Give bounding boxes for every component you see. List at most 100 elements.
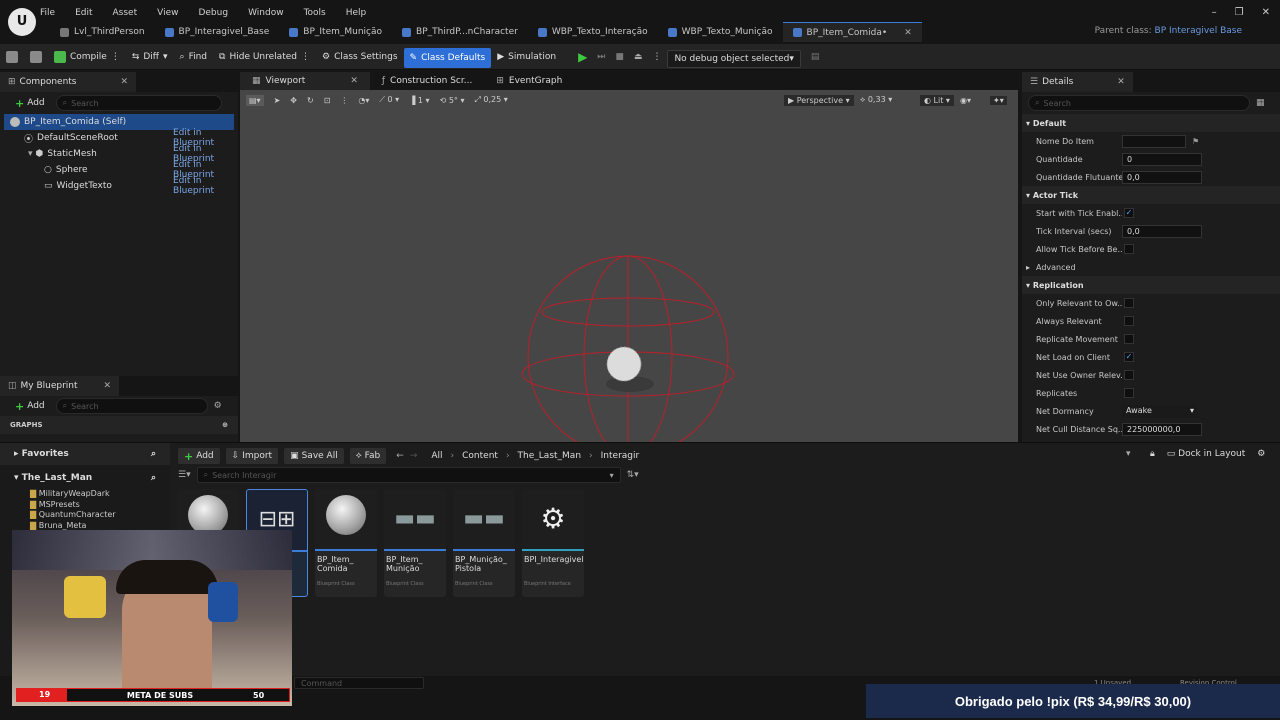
scale-snap-toggle[interactable]: ⤢ 0,25 ▾	[474, 95, 507, 105]
unreal-logo-icon[interactable]: U	[8, 8, 36, 36]
lock-icon[interactable]: 🔒︎	[1150, 449, 1155, 459]
grid-snap-toggle[interactable]: ⟋ 0 ▾	[379, 95, 399, 105]
search-icon[interactable]: ⌕	[151, 449, 156, 459]
tab-wbp-texto-interacao[interactable]: WBP_Texto_Interação	[528, 22, 658, 42]
tab-viewport[interactable]: ▦ Viewport ✕	[240, 72, 370, 90]
back-icon[interactable]: ←	[396, 451, 404, 461]
replicates-checkbox[interactable]	[1124, 388, 1134, 398]
menu-tools[interactable]: Tools	[304, 8, 326, 18]
component-row-widgettexto[interactable]: ▭ WidgetTexto Edit in Blueprint	[0, 176, 238, 196]
show-flags-icon[interactable]: ◉▾	[960, 96, 971, 105]
more-icon[interactable]: ⋮	[340, 96, 348, 105]
close-icon[interactable]: ✕	[1262, 7, 1270, 18]
net-load-checkbox[interactable]: ✓	[1124, 352, 1134, 362]
diff-button[interactable]: ⇆ Diff ▾	[126, 44, 174, 70]
components-tab[interactable]: ⊞ Components ✕	[0, 72, 137, 92]
flag-icon[interactable]: ⚑	[1192, 137, 1199, 146]
tab-construction-script[interactable]: ƒ Construction Scr...	[370, 72, 484, 90]
eject-icon[interactable]: ⏏	[634, 52, 643, 62]
move-icon[interactable]: ✥	[290, 96, 297, 105]
my-blueprint-tab[interactable]: ◫ My Blueprint ✕	[0, 376, 120, 396]
camera-speed[interactable]: ⟡ 0,33 ▾	[860, 95, 892, 105]
folder-item[interactable]: ▇ MilitaryWeapDark	[30, 489, 170, 500]
close-icon[interactable]: ✕	[121, 77, 129, 87]
always-relevant-checkbox[interactable]	[1124, 316, 1134, 326]
breadcrumb-item[interactable]: Content	[462, 451, 498, 461]
section-advanced[interactable]: ▸ Advanced	[1022, 258, 1280, 276]
my-blueprint-search-input[interactable]: ⌕ Search	[55, 398, 208, 414]
section-default[interactable]: ▾ Default	[1022, 114, 1280, 132]
play-icon[interactable]: ▶	[578, 50, 587, 64]
class-defaults-button[interactable]: ✎ Class Defaults	[403, 48, 492, 68]
rot-snap-toggle[interactable]: ▐ 1 ▾	[409, 96, 429, 105]
stop-icon[interactable]: ■	[615, 52, 624, 62]
tick-interval-input[interactable]: 0,0	[1122, 224, 1202, 238]
content-search-input[interactable]: ⌕ Search Interagir ▾	[196, 467, 621, 483]
section-actor-tick[interactable]: ▾ Actor Tick	[1022, 186, 1280, 204]
select-icon[interactable]: ➤	[274, 96, 281, 105]
tab-wbp-texto-municao[interactable]: WBP_Texto_Munição	[658, 22, 783, 42]
menu-window[interactable]: Window	[248, 8, 284, 18]
save-button[interactable]	[0, 44, 24, 70]
dock-in-layout-button[interactable]: ▭ Dock in Layout	[1167, 449, 1246, 459]
history-dropdown-icon[interactable]: ▾	[1126, 449, 1131, 459]
parent-class-link[interactable]: BP Interagivel Base	[1155, 26, 1242, 36]
only-relevant-checkbox[interactable]	[1124, 298, 1134, 308]
lit-dropdown[interactable]: ◐ Lit ▾	[920, 94, 954, 106]
browse-button[interactable]	[24, 44, 48, 70]
edit-in-blueprint-link[interactable]: Edit in Blueprint	[173, 176, 238, 196]
tab-bp-interagivel-base[interactable]: BP_Interagivel_Base	[155, 22, 280, 42]
asset-tile[interactable]: BP_Item_ Comida Blueprint Class	[315, 489, 377, 597]
breadcrumb-item[interactable]: The_Last_Man	[518, 451, 581, 461]
gear-icon[interactable]: ⚙	[214, 401, 222, 411]
viewport-options-icon[interactable]: ▤▾	[246, 94, 264, 106]
graphs-section[interactable]: GRAPHS ⊕	[0, 416, 238, 434]
search-icon[interactable]: ⌕	[151, 473, 156, 483]
project-root-header[interactable]: ▾ The_Last_Man ⌕	[0, 467, 170, 489]
forward-icon[interactable]: →	[410, 451, 418, 461]
breadcrumb-item[interactable]: Interagir	[601, 451, 640, 461]
breadcrumb-item[interactable]: All	[431, 451, 442, 461]
viewport-canvas[interactable]	[240, 72, 1018, 442]
tab-bp-item-comida[interactable]: BP_Item_Comida• ✕	[782, 22, 922, 42]
net-dormancy-select[interactable]: Awake ▾	[1122, 404, 1198, 418]
compile-button[interactable]: Compile ⋮	[48, 44, 126, 70]
fab-button[interactable]: ⟡ Fab	[349, 448, 387, 464]
nome-do-item-input[interactable]	[1122, 134, 1186, 148]
find-button[interactable]: ⌕ Find	[174, 44, 214, 70]
folder-item[interactable]: ▇ MSPresets	[30, 500, 170, 511]
net-use-owner-checkbox[interactable]	[1124, 370, 1134, 380]
angle-snap-toggle[interactable]: ⟲ 5° ▾	[440, 96, 465, 105]
add-graph-icon[interactable]: ⊕	[222, 421, 228, 429]
import-button[interactable]: ⇩ Import	[225, 448, 279, 464]
close-tab-icon[interactable]: ✕	[904, 28, 912, 38]
quantidade-flutuante-input[interactable]: 0,0	[1122, 170, 1202, 184]
add-component-button[interactable]: + Add	[10, 95, 50, 111]
view-options-icon[interactable]: ▦	[1256, 98, 1265, 108]
filter-icon[interactable]: ☰▾	[178, 470, 191, 480]
asset-tile[interactable]: ▬▬ BP_Munição_ Pistola Blueprint Class	[453, 489, 515, 597]
asset-tile[interactable]: ⚙ BPI_Interagivel Blueprint Interface	[522, 489, 584, 597]
maximize-icon[interactable]: ❐	[1235, 7, 1244, 18]
class-settings-button[interactable]: ⚙ Class Settings	[316, 44, 404, 70]
add-member-button[interactable]: + Add	[10, 398, 50, 414]
viewport-settings-icon[interactable]: ✦▾	[990, 95, 1007, 105]
tab-bp-thirdpersoncharacter[interactable]: BP_ThirdP...nCharacter	[392, 22, 528, 42]
coordinate-space-icon[interactable]: ◔▾	[358, 96, 369, 105]
details-search-input[interactable]: ⌕ Search	[1028, 95, 1250, 111]
menu-edit[interactable]: Edit	[75, 8, 92, 18]
replicate-movement-checkbox[interactable]	[1124, 334, 1134, 344]
simulation-button[interactable]: ▶ Simulation	[491, 44, 562, 70]
rotate-icon[interactable]: ↻	[307, 96, 314, 105]
save-all-button[interactable]: ▣ Save All	[284, 448, 344, 464]
net-cull-input[interactable]: 225000000,0	[1122, 422, 1202, 436]
command-input[interactable]: Command	[294, 677, 424, 689]
asset-tile[interactable]: ▬▬ BP_Item_ Munição Blueprint Class	[384, 489, 446, 597]
folder-item[interactable]: ▇ QuantumCharacter	[30, 510, 170, 521]
menu-help[interactable]: Help	[346, 8, 367, 18]
hide-unrelated-button[interactable]: ⧉ Hide Unrelated ⋮	[213, 44, 316, 70]
menu-debug[interactable]: Debug	[198, 8, 228, 18]
sort-icon[interactable]: ⇅▾	[627, 470, 639, 480]
section-replication[interactable]: ▾ Replication	[1022, 276, 1280, 294]
menu-asset[interactable]: Asset	[113, 8, 138, 18]
